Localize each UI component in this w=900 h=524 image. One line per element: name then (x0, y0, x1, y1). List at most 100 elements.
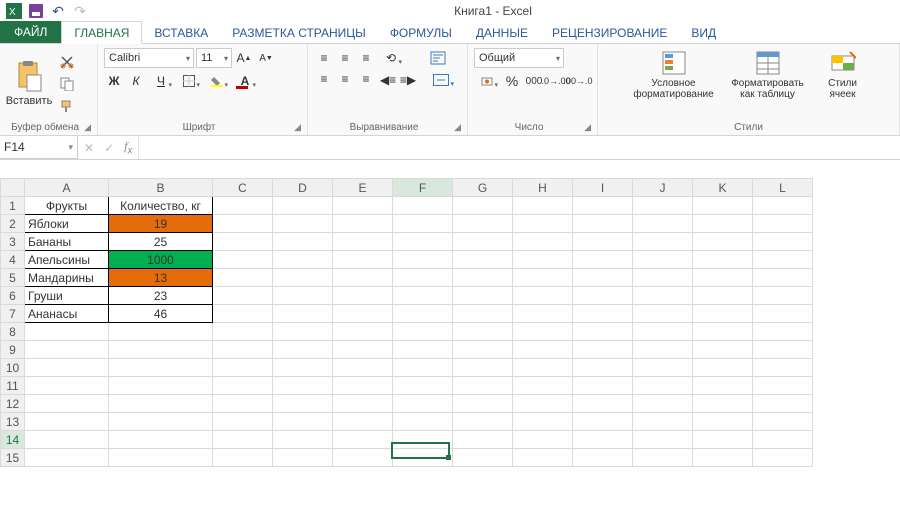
cell-K6[interactable] (693, 287, 753, 305)
cell-J14[interactable] (633, 431, 693, 449)
increase-font-icon[interactable]: A▲ (234, 48, 254, 68)
cell-J4[interactable] (633, 251, 693, 269)
cell-I5[interactable] (573, 269, 633, 287)
cell-D9[interactable] (273, 341, 333, 359)
cell-E12[interactable] (333, 395, 393, 413)
cell-B14[interactable] (109, 431, 213, 449)
cell-B3[interactable]: 25 (109, 233, 213, 251)
cell-G2[interactable] (453, 215, 513, 233)
cell-G3[interactable] (453, 233, 513, 251)
tab-page-layout[interactable]: РАЗМЕТКА СТРАНИЦЫ (220, 22, 378, 43)
cell-A11[interactable] (25, 377, 109, 395)
cell-H13[interactable] (513, 413, 573, 431)
cell-L12[interactable] (753, 395, 813, 413)
col-header-C[interactable]: C (213, 179, 273, 197)
redo-icon[interactable]: ↷ (70, 2, 90, 20)
cell-L15[interactable] (753, 449, 813, 467)
cell-E5[interactable] (333, 269, 393, 287)
tab-data[interactable]: ДАННЫЕ (464, 22, 540, 43)
cell-B8[interactable] (109, 323, 213, 341)
cell-C8[interactable] (213, 323, 273, 341)
decrease-indent-icon[interactable]: ◀≡ (378, 70, 398, 90)
cell-D2[interactable] (273, 215, 333, 233)
col-header-I[interactable]: I (573, 179, 633, 197)
cell-B9[interactable] (109, 341, 213, 359)
number-format-select[interactable]: Общий (474, 48, 564, 68)
cut-icon[interactable] (56, 52, 78, 72)
cell-A10[interactable] (25, 359, 109, 377)
cell-H3[interactable] (513, 233, 573, 251)
cell-I13[interactable] (573, 413, 633, 431)
cell-E11[interactable] (333, 377, 393, 395)
enter-formula-icon[interactable]: ✓ (104, 141, 114, 155)
cell-H9[interactable] (513, 341, 573, 359)
cancel-formula-icon[interactable]: ✕ (84, 141, 94, 155)
cell-G6[interactable] (453, 287, 513, 305)
borders-icon[interactable] (176, 71, 202, 91)
cell-I3[interactable] (573, 233, 633, 251)
cell-F11[interactable] (393, 377, 453, 395)
underline-button[interactable]: Ч (148, 71, 174, 91)
row-header-11[interactable]: 11 (1, 377, 25, 395)
col-header-D[interactable]: D (273, 179, 333, 197)
cell-J1[interactable] (633, 197, 693, 215)
cell-I10[interactable] (573, 359, 633, 377)
format-as-table-button[interactable]: Форматировать как таблицу (723, 48, 813, 120)
cell-L11[interactable] (753, 377, 813, 395)
cell-J10[interactable] (633, 359, 693, 377)
wrap-text-icon[interactable] (426, 48, 450, 68)
cell-F7[interactable] (393, 305, 453, 323)
cell-C14[interactable] (213, 431, 273, 449)
cell-H1[interactable] (513, 197, 573, 215)
align-middle-icon[interactable]: ≡ (335, 48, 355, 68)
cell-A6[interactable]: Груши (25, 287, 109, 305)
col-header-H[interactable]: H (513, 179, 573, 197)
cell-A2[interactable]: Яблоки (25, 215, 109, 233)
cell-A3[interactable]: Бананы (25, 233, 109, 251)
cell-A13[interactable] (25, 413, 109, 431)
cell-H15[interactable] (513, 449, 573, 467)
align-bottom-icon[interactable]: ≡ (356, 48, 376, 68)
cell-A14[interactable] (25, 431, 109, 449)
cell-C15[interactable] (213, 449, 273, 467)
cell-G10[interactable] (453, 359, 513, 377)
number-launcher-icon[interactable]: ◢ (584, 122, 591, 133)
save-icon[interactable] (26, 2, 46, 20)
cell-D14[interactable] (273, 431, 333, 449)
cell-D3[interactable] (273, 233, 333, 251)
cell-L6[interactable] (753, 287, 813, 305)
decrease-font-icon[interactable]: A▼ (256, 48, 276, 68)
cell-L13[interactable] (753, 413, 813, 431)
cell-H14[interactable] (513, 431, 573, 449)
row-header-2[interactable]: 2 (1, 215, 25, 233)
cell-F15[interactable] (393, 449, 453, 467)
cell-B5[interactable]: 13 (109, 269, 213, 287)
cell-F1[interactable] (393, 197, 453, 215)
cell-E9[interactable] (333, 341, 393, 359)
undo-icon[interactable]: ↶ (48, 2, 68, 20)
col-header-J[interactable]: J (633, 179, 693, 197)
cell-K15[interactable] (693, 449, 753, 467)
row-header-13[interactable]: 13 (1, 413, 25, 431)
cell-F13[interactable] (393, 413, 453, 431)
cell-D8[interactable] (273, 323, 333, 341)
cell-I7[interactable] (573, 305, 633, 323)
cell-H8[interactable] (513, 323, 573, 341)
cell-D11[interactable] (273, 377, 333, 395)
cell-H12[interactable] (513, 395, 573, 413)
row-header-3[interactable]: 3 (1, 233, 25, 251)
tab-formulas[interactable]: ФОРМУЛЫ (378, 22, 464, 43)
increase-indent-icon[interactable]: ≡▶ (398, 70, 418, 90)
cell-G7[interactable] (453, 305, 513, 323)
italic-button[interactable]: К (126, 71, 146, 91)
cell-C1[interactable] (213, 197, 273, 215)
cell-L9[interactable] (753, 341, 813, 359)
cell-F9[interactable] (393, 341, 453, 359)
cell-F12[interactable] (393, 395, 453, 413)
formula-input[interactable] (139, 136, 900, 159)
cell-H2[interactable] (513, 215, 573, 233)
align-left-icon[interactable]: ≡ (314, 69, 334, 89)
cell-H6[interactable] (513, 287, 573, 305)
cell-K3[interactable] (693, 233, 753, 251)
bold-button[interactable]: Ж (104, 71, 124, 91)
